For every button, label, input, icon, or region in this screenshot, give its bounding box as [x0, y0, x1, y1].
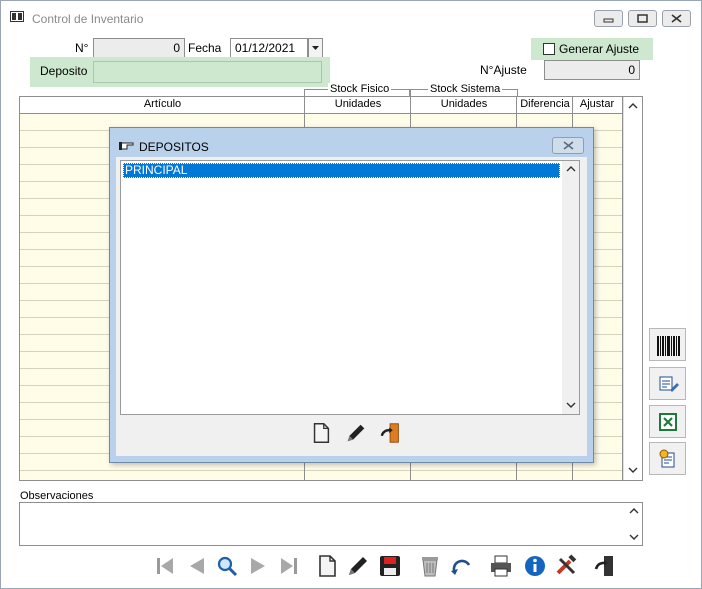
- search-button[interactable]: [214, 553, 240, 579]
- edit-icon: [347, 424, 365, 442]
- ajuste-label: N°Ajuste: [480, 63, 527, 77]
- last-record-button[interactable]: [276, 553, 302, 579]
- col-ajustar[interactable]: Ajustar: [573, 98, 621, 110]
- inventory-window: Control de Inventario N° 0 Fecha 01/12/2…: [0, 0, 702, 589]
- exit-icon: [380, 423, 399, 443]
- numero-label: N°: [75, 41, 89, 55]
- chevron-down-icon[interactable]: [629, 533, 639, 541]
- close-icon: [563, 141, 574, 150]
- col-unidades-sistema[interactable]: Unidades: [411, 98, 517, 110]
- dialog-new-button[interactable]: [309, 421, 333, 445]
- barcode-icon: [657, 336, 680, 356]
- previous-icon: [190, 558, 204, 574]
- info-button[interactable]: [522, 553, 548, 579]
- close-button[interactable]: [662, 10, 691, 27]
- save-button[interactable]: [377, 553, 403, 579]
- dialog-close-button[interactable]: [552, 137, 584, 154]
- new-button[interactable]: [314, 553, 340, 579]
- print-button[interactable]: [488, 553, 514, 579]
- settings-document-button[interactable]: [649, 442, 686, 475]
- dialog-content: PRINCIPAL: [116, 157, 587, 456]
- chevron-up-icon[interactable]: [628, 102, 638, 110]
- edit-button[interactable]: [345, 553, 371, 579]
- fecha-field[interactable]: 01/12/2021: [230, 38, 308, 58]
- minimize-button[interactable]: [594, 10, 623, 27]
- chevron-up-icon[interactable]: [566, 165, 576, 173]
- generar-ajuste-label: Generar Ajuste: [559, 42, 640, 56]
- print-icon: [491, 555, 511, 577]
- new-icon: [319, 555, 336, 577]
- ajuste-field[interactable]: 0: [544, 60, 640, 80]
- previous-record-button[interactable]: [184, 553, 210, 579]
- dialog-hand-icon: [119, 142, 134, 150]
- exit-button[interactable]: [592, 553, 618, 579]
- settings-document-icon: [659, 449, 675, 468]
- stock-fisico-group-label: Stock Fisico: [328, 83, 392, 95]
- undo-button[interactable]: [449, 553, 475, 579]
- grid-scrollbar[interactable]: [623, 97, 642, 480]
- chevron-down-icon[interactable]: [628, 466, 638, 474]
- app-icon: [10, 11, 24, 22]
- dialog-title: DEPOSITOS: [139, 140, 209, 154]
- deposito-label: Deposito: [40, 64, 88, 78]
- title-bar: Control de Inventario: [1, 1, 701, 31]
- generar-ajuste-checkbox[interactable]: [543, 43, 555, 55]
- delete-button[interactable]: [417, 553, 443, 579]
- fecha-label: Fecha: [188, 41, 222, 55]
- next-record-button[interactable]: [245, 553, 271, 579]
- table-row-separator: [20, 470, 624, 471]
- new-icon: [313, 423, 330, 443]
- first-record-button[interactable]: [152, 553, 178, 579]
- excel-button[interactable]: [649, 405, 686, 438]
- col-articulo[interactable]: Artículo: [20, 98, 305, 110]
- edit-document-icon: [659, 376, 679, 392]
- observaciones-label: Observaciones: [20, 490, 94, 502]
- numero-field[interactable]: 0: [93, 38, 185, 58]
- delete-icon: [422, 557, 438, 577]
- list-item[interactable]: PRINCIPAL: [123, 163, 560, 178]
- observaciones-textarea[interactable]: [19, 502, 643, 546]
- maximize-icon: [637, 14, 648, 23]
- first-icon: [157, 558, 173, 574]
- barcode-button[interactable]: [649, 328, 686, 361]
- grid-header: Artículo Unidades Unidades Diferencia Aj…: [20, 97, 624, 114]
- chevron-down-icon[interactable]: [566, 401, 576, 409]
- tools-button[interactable]: [554, 553, 580, 579]
- chevron-up-icon[interactable]: [629, 507, 639, 515]
- col-diferencia[interactable]: Diferencia: [517, 98, 573, 110]
- info-icon: [525, 556, 545, 576]
- col-unidades-fisico[interactable]: Unidades: [305, 98, 411, 110]
- search-icon: [217, 556, 238, 577]
- last-icon: [281, 558, 297, 574]
- chevron-down-icon: [312, 46, 319, 50]
- excel-icon: [659, 413, 677, 431]
- undo-icon: [451, 559, 471, 575]
- edit-icon: [349, 557, 367, 575]
- dialog-edit-button[interactable]: [344, 421, 368, 445]
- fecha-dropdown-button[interactable]: [308, 38, 323, 58]
- close-icon: [671, 14, 682, 23]
- depositos-dialog: DEPOSITOS PRINCIPAL: [109, 127, 594, 463]
- save-icon: [380, 556, 400, 576]
- edit-document-button[interactable]: [649, 367, 686, 400]
- tools-icon: [556, 554, 577, 575]
- deposito-field[interactable]: [93, 61, 322, 83]
- minimize-icon: [603, 18, 614, 23]
- exit-icon: [594, 556, 613, 576]
- next-icon: [251, 558, 265, 574]
- dialog-exit-button[interactable]: [379, 421, 403, 445]
- maximize-button[interactable]: [628, 10, 657, 27]
- window-title: Control de Inventario: [32, 12, 144, 26]
- list-scrollbar[interactable]: [562, 161, 579, 414]
- stock-sistema-group-label: Stock Sistema: [428, 83, 503, 95]
- depositos-list[interactable]: PRINCIPAL: [120, 160, 580, 415]
